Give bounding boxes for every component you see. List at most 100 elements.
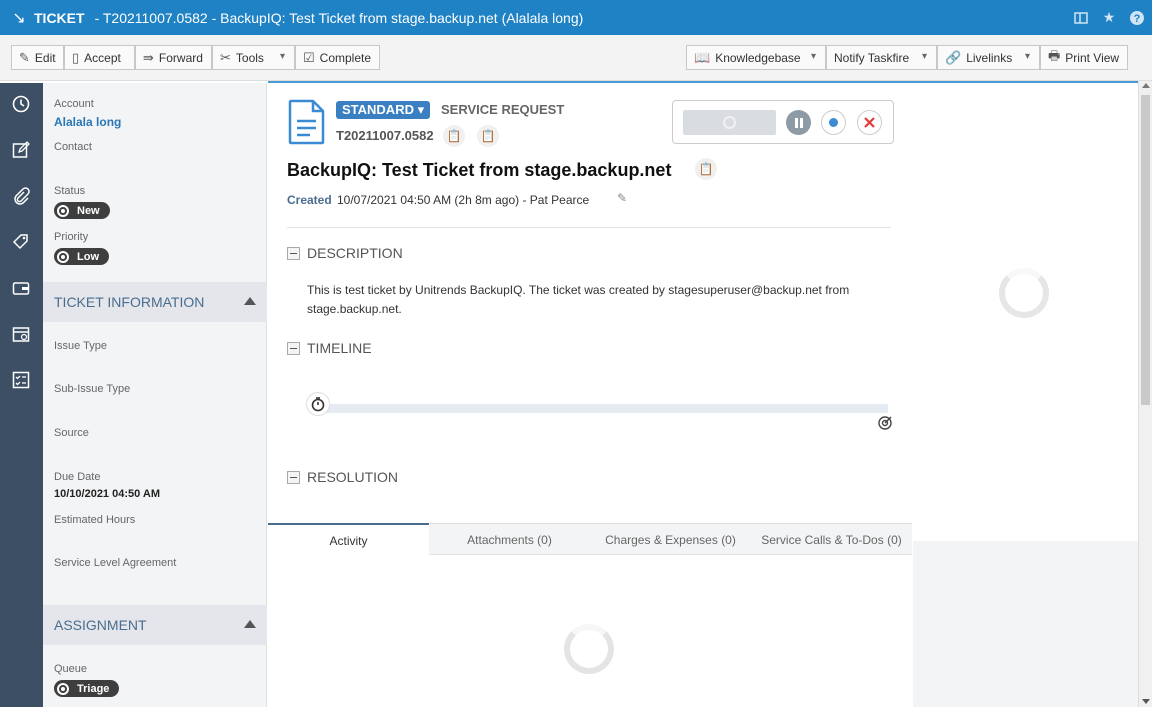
description-section-toggle[interactable]: DESCRIPTION (287, 245, 403, 261)
tools-dropdown-icon[interactable]: ▾ (280, 51, 285, 62)
collapse-icon (287, 246, 300, 260)
tab-attachments[interactable]: Attachments (0) (429, 524, 590, 556)
edit-button[interactable]: ✎ Edit (11, 45, 64, 70)
collapse-arrow-icon (244, 297, 256, 305)
notify-taskfire-button[interactable]: Notify Taskfire (826, 45, 937, 70)
link-icon: 🔗 (945, 49, 962, 65)
ticket-type: SERVICE REQUEST (441, 102, 565, 117)
calendar-icon[interactable] (11, 324, 31, 344)
help-icon[interactable]: ? (1128, 9, 1146, 27)
due-date-label: Due Date (54, 471, 101, 483)
livelinks-dropdown-icon[interactable]: ▾ (1025, 51, 1030, 62)
priority-dot-icon (57, 250, 69, 263)
ticket-main: STANDARD ▾ SERVICE REQUEST T20211007.058… (268, 83, 912, 707)
book-icon: 📖 (694, 49, 711, 65)
window-title: - T20211007.0582 - BackupIQ: Test Ticket… (94, 9, 584, 26)
vertical-scrollbar[interactable] (1138, 81, 1152, 707)
layout-icon[interactable] (1072, 9, 1090, 27)
record-icon[interactable] (821, 110, 846, 135)
priority-badge[interactable]: Low (54, 248, 109, 265)
window-arrow-icon: ↘ (12, 9, 26, 27)
target-icon (875, 413, 895, 433)
ticket-info-panel: Account Alalala long Contact Status New … (43, 83, 267, 707)
description-text: This is test ticket by Unitrends BackupI… (307, 283, 850, 316)
ticket-title: BackupIQ: Test Ticket from stage.backup.… (287, 160, 672, 180)
checklist-icon[interactable] (11, 370, 31, 390)
print-view-button[interactable]: 🖶 Print View (1040, 45, 1128, 70)
tag-icon[interactable] (11, 232, 31, 252)
tab-charges-expenses[interactable]: Charges & Expenses (0) (590, 524, 751, 556)
copy-link-icon[interactable]: 📋 (477, 125, 499, 147)
title-bar: ↘ TICKET - T20211007.0582 - BackupIQ: Te… (0, 0, 1152, 35)
loading-spinner-icon (999, 268, 1049, 318)
tab-service-calls[interactable]: Service Calls & To-Dos (0) (751, 524, 912, 556)
resolution-section-toggle[interactable]: RESOLUTION (287, 469, 398, 485)
loading-spinner-icon (564, 624, 614, 674)
complete-button[interactable]: ☑ Complete (295, 45, 380, 70)
toolbar: ✎ Edit ▯ Accept ⇛ Forward ✂ Tools ▾ ☑ Complet… (0, 35, 1152, 81)
queue-badge[interactable]: Triage (54, 680, 120, 697)
right-side-panel (913, 83, 1138, 707)
edit-note-icon[interactable] (11, 140, 31, 160)
stop-timer-icon[interactable] (857, 110, 882, 135)
pause-icon[interactable] (786, 110, 811, 135)
forward-button[interactable]: ⇛ Forward (135, 45, 212, 70)
scroll-down-icon[interactable] (1142, 699, 1150, 704)
queue-label: Queue (54, 663, 88, 675)
account-label: Account (54, 98, 94, 110)
created-label: Created (287, 193, 332, 207)
scroll-up-icon[interactable] (1142, 83, 1150, 88)
collapse-icon (287, 470, 300, 484)
right-panel-lower (913, 541, 1138, 707)
svg-text:?: ? (1134, 13, 1141, 25)
checkbox-icon: ☑ (303, 49, 315, 65)
edit-creator-icon[interactable]: ✎ (617, 191, 627, 205)
copy-title-icon[interactable]: 📋 (695, 158, 717, 180)
knowledgebase-dropdown-icon[interactable]: ▾ (811, 51, 816, 62)
status-label: Status (54, 185, 86, 197)
status-dot-icon (57, 204, 69, 217)
queue-eye-icon (57, 682, 69, 695)
contact-label: Contact (54, 141, 92, 153)
knowledgebase-button[interactable]: 📖 Knowledgebase (686, 45, 826, 70)
sla-label: Service Level Agreement (54, 557, 177, 569)
source-label: Source (54, 427, 89, 439)
issue-type-label: Issue Type (54, 340, 107, 352)
document-icon (288, 99, 326, 148)
collapse-arrow-icon (244, 620, 256, 628)
header-divider (287, 227, 891, 228)
due-date-value: 10/10/2021 04:50 AM (54, 488, 160, 500)
paperclip-icon[interactable] (11, 186, 31, 206)
clock-icon[interactable] (11, 94, 31, 114)
created-value: 10/07/2021 04:50 AM (2h 8m ago) - Pat Pe… (337, 193, 590, 207)
wallet-icon[interactable] (11, 278, 31, 298)
timer-display (683, 110, 776, 135)
collapse-icon (287, 341, 300, 355)
star-icon[interactable]: ★ (1100, 9, 1118, 27)
account-link[interactable]: Alalala long (54, 115, 121, 129)
copy-number-icon[interactable]: 📋 (443, 125, 465, 147)
left-icon-rail (0, 83, 43, 707)
stopwatch-icon (306, 392, 330, 416)
timer-spinner-icon (723, 116, 736, 129)
priority-label: Priority (54, 231, 89, 243)
timeline-track (318, 404, 888, 413)
tab-activity[interactable]: Activity (268, 523, 429, 556)
sub-issue-type-label: Sub-Issue Type (54, 383, 131, 395)
ticket-number: T20211007.0582 (336, 128, 434, 143)
assignment-header[interactable]: ASSIGNMENT (43, 605, 267, 645)
printer-icon: 🖶 (1048, 47, 1061, 63)
accept-icon: ▯ (72, 49, 80, 65)
status-badge[interactable]: New (54, 202, 110, 219)
scrollbar-thumb[interactable] (1141, 95, 1150, 405)
ticket-information-header[interactable]: TICKET INFORMATION (43, 282, 267, 322)
accept-button[interactable]: ▯ Accept (64, 45, 135, 70)
timer-widget (672, 100, 894, 144)
estimated-hours-label: Estimated Hours (54, 514, 136, 526)
forward-icon: ⇛ (143, 49, 154, 65)
timeline-section-toggle[interactable]: TIMELINE (287, 340, 372, 356)
category-dropdown[interactable]: STANDARD ▾ (336, 101, 431, 119)
window-label: TICKET (34, 9, 85, 26)
notify-dropdown-icon[interactable]: ▾ (922, 51, 927, 62)
pencil-icon: ✎ (19, 49, 30, 65)
